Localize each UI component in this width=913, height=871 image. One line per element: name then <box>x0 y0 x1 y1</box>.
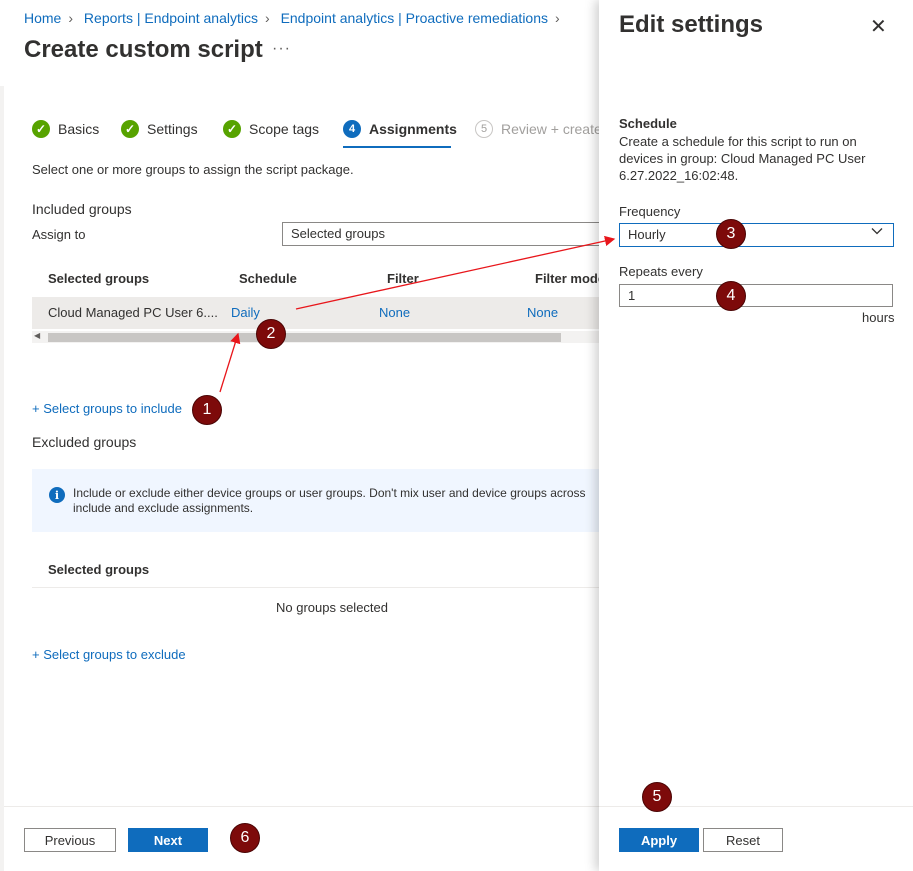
page-title: Create custom script <box>24 36 263 63</box>
step-scope-tags[interactable]: ✓ Scope tags <box>223 120 319 138</box>
step-number: 5 <box>475 120 493 138</box>
chevron-right-icon: › <box>265 10 270 26</box>
callout-badge-1: 1 <box>192 395 222 425</box>
breadcrumb-reports[interactable]: Reports | Endpoint analytics <box>84 10 258 26</box>
col-excluded-selected-groups: Selected groups <box>48 562 150 577</box>
checkmark-icon: ✓ <box>32 120 50 138</box>
table-divider <box>32 587 602 588</box>
col-selected-groups: Selected groups <box>48 271 150 286</box>
apply-button[interactable]: Apply <box>619 828 699 852</box>
info-icon: i <box>49 487 65 503</box>
col-filter: Filter <box>387 271 419 286</box>
empty-state-text: No groups selected <box>275 600 388 615</box>
step-review-create[interactable]: 5 Review + create <box>475 120 602 138</box>
chevron-right-icon: › <box>68 10 74 26</box>
schedule-description: Create a schedule for this script to run… <box>619 134 866 183</box>
repeats-every-label: Repeats every <box>619 264 703 279</box>
chevron-down-icon[interactable] <box>870 224 884 241</box>
callout-badge-3: 3 <box>716 219 746 249</box>
step-assignments[interactable]: 4 Assignments <box>343 120 457 138</box>
step-label: Review + create <box>501 121 602 137</box>
included-groups-heading: Included groups <box>32 201 132 217</box>
left-divider <box>0 86 4 871</box>
repeats-every-input[interactable]: 1 <box>619 284 893 307</box>
footer-divider <box>4 806 600 807</box>
step-label: Basics <box>58 121 100 137</box>
assign-to-label: Assign to <box>32 227 86 242</box>
step-label: Scope tags <box>249 121 320 137</box>
step-number: 4 <box>343 120 361 138</box>
frequency-dropdown[interactable]: Hourly <box>619 223 894 247</box>
col-schedule: Schedule <box>239 271 297 286</box>
col-filter-mode: Filter mode <box>535 271 599 286</box>
row-group-name: Cloud Managed PC User 6.... <box>48 305 218 320</box>
frequency-label: Frequency <box>619 204 681 219</box>
info-text: Include or exclude either device groups … <box>73 486 586 515</box>
active-step-indicator <box>343 146 451 148</box>
hours-unit-label: hours <box>862 310 895 325</box>
select-groups-include-link[interactable]: + Select groups to include <box>32 401 182 416</box>
schedule-heading: Schedule <box>619 116 677 131</box>
step-basics[interactable]: ✓ Basics <box>32 120 99 138</box>
callout-badge-2: 2 <box>256 319 286 349</box>
step-settings[interactable]: ✓ Settings <box>121 120 198 138</box>
callout-badge-4: 4 <box>716 281 746 311</box>
callout-badge-6: 6 <box>230 823 260 853</box>
checkmark-icon: ✓ <box>223 120 241 138</box>
excluded-groups-heading: Excluded groups <box>32 434 137 450</box>
chevron-right-icon: › <box>555 10 560 26</box>
intro-text: Select one or more groups to assign the … <box>32 162 354 177</box>
row-filter-mode-link[interactable]: None <box>527 305 558 320</box>
step-label: Assignments <box>369 121 457 137</box>
scroll-left-icon[interactable]: ◀ <box>34 331 40 340</box>
more-icon[interactable]: ··· <box>272 40 291 58</box>
callout-badge-5: 5 <box>642 782 672 812</box>
close-icon[interactable]: ✕ <box>870 14 887 39</box>
checkmark-icon: ✓ <box>121 120 139 138</box>
reset-button[interactable]: Reset <box>703 828 783 852</box>
next-button[interactable]: Next <box>128 828 208 852</box>
previous-button[interactable]: Previous <box>24 828 116 852</box>
breadcrumb-home[interactable]: Home <box>24 10 61 26</box>
scrollbar-thumb[interactable] <box>48 333 561 342</box>
select-groups-exclude-link[interactable]: + Select groups to exclude <box>32 647 186 662</box>
assign-to-dropdown[interactable]: Selected groups <box>282 222 612 246</box>
step-label: Settings <box>147 121 198 137</box>
breadcrumb: Home › Reports | Endpoint analytics › Endp… <box>24 10 567 26</box>
row-filter-link[interactable]: None <box>379 305 410 320</box>
row-schedule-link[interactable]: Daily <box>231 305 260 320</box>
panel-title: Edit settings <box>619 11 764 38</box>
breadcrumb-proactive-remediations[interactable]: Endpoint analytics | Proactive remediati… <box>281 10 548 26</box>
